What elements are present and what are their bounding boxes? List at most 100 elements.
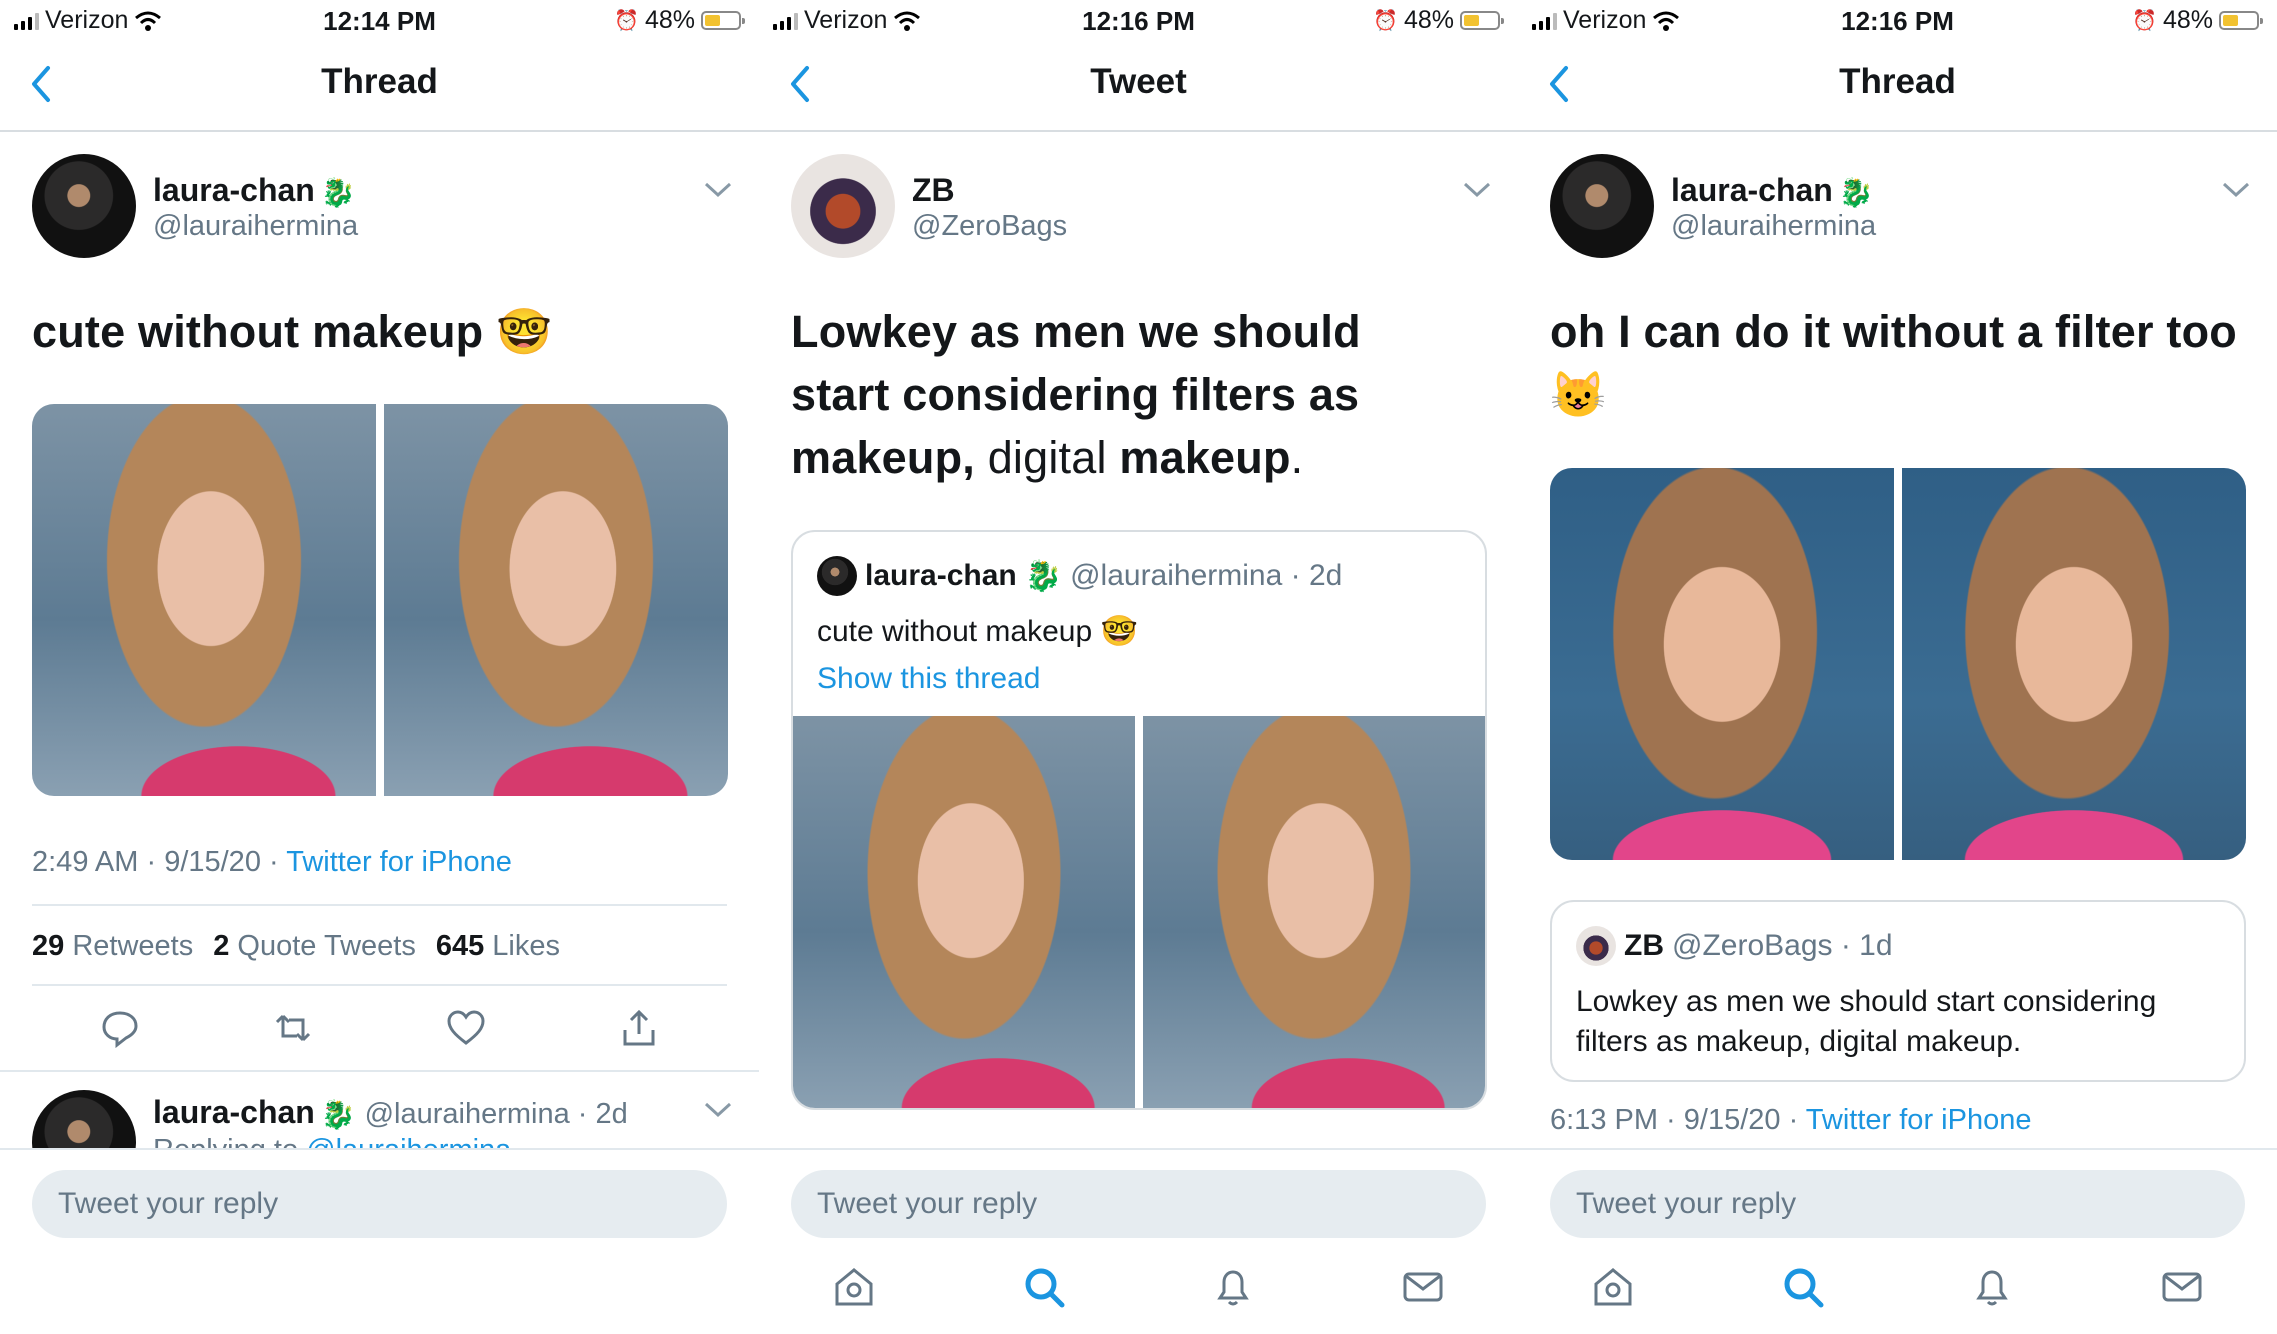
likes-count: 645 (435, 930, 485, 962)
tweet-meta: 6:13 PM · 9/15/20 · Twitter for iPhone (1550, 1104, 2032, 1136)
status-bar: Verizon 12:16 PM ⏰ 48% (759, 0, 1518, 40)
author-handle[interactable]: @ZeroBags (912, 210, 1067, 243)
nav-title: Thread (321, 62, 438, 101)
retweet-icon[interactable] (273, 1008, 313, 1048)
retweets-count: 29 (32, 930, 65, 962)
quoted-media-grid (793, 716, 1485, 1108)
battery-icon (701, 11, 745, 30)
reply-input[interactable]: Tweet your reply (1550, 1170, 2245, 1238)
screenshot-collage: Verizon 12:14 PM ⏰ 48% Thread laura-chan… (0, 0, 2277, 1334)
panel-thread-1: Verizon 12:14 PM ⏰ 48% Thread laura-chan… (0, 0, 759, 1334)
chevron-down-icon[interactable] (703, 1100, 733, 1120)
chevron-down-icon[interactable] (1462, 180, 1492, 200)
tweet-meta: 2:49 AM · 9/15/20 · Twitter for iPhone (32, 846, 512, 878)
divider (32, 904, 727, 906)
author-name[interactable]: laura-chan 🐉 (153, 172, 356, 209)
likes-stat[interactable]: 645 Likes (436, 930, 560, 963)
tweet-text-part: digital (987, 432, 1120, 483)
notifications-icon[interactable] (1210, 1264, 1256, 1310)
panel-tweet: Verizon 12:16 PM ⏰ 48% Tweet ZB @ZeroBag… (759, 0, 1518, 1334)
avatar[interactable] (1550, 154, 1654, 258)
author-name-text[interactable]: laura-chan (153, 172, 315, 208)
tweet-text: oh I can do it without a filter too 😺 (1550, 306, 2237, 420)
messages-icon[interactable] (2159, 1264, 2205, 1310)
alarm-icon: ⏰ (1373, 10, 1398, 32)
quoted-author-name: laura-chan (865, 559, 1017, 592)
tab-bar (759, 1240, 1518, 1334)
chevron-down-icon[interactable] (2221, 180, 2251, 200)
quoted-handle: @ZeroBags · 1d (1672, 929, 1893, 962)
dragon-badge-icon: 🐉 (1838, 177, 1874, 209)
quoted-tweet[interactable]: laura-chan 🐉 @lauraihermina · 2d cute wi… (791, 530, 1487, 1110)
tweet-time: 6:13 PM (1550, 1104, 1658, 1136)
quoted-avatar (817, 556, 857, 596)
reply-bar: Tweet your reply (0, 1148, 759, 1238)
tweet-source-link[interactable]: Twitter for iPhone (1806, 1104, 2032, 1136)
home-icon[interactable] (1590, 1264, 1636, 1310)
divider (0, 1070, 759, 1072)
author-handle[interactable]: @lauraihermina (1671, 210, 1876, 243)
author-name-text[interactable]: laura-chan (1671, 172, 1833, 208)
quoted-handle: @lauraihermina · 2d (1070, 559, 1343, 592)
battery-percent: 48% (644, 6, 695, 34)
tweet-photo[interactable] (1902, 468, 2246, 860)
quoted-text: cute without makeup 🤓 (817, 615, 1138, 648)
author-name[interactable]: laura-chan 🐉 (1671, 172, 1874, 209)
alarm-icon: ⏰ (614, 10, 639, 32)
reply-author-name[interactable]: laura-chan (153, 1094, 315, 1130)
quoted-tweet[interactable]: ZB @ZeroBags · 1d Lowkey as men we shoul… (1550, 900, 2246, 1082)
chevron-down-icon[interactable] (703, 180, 733, 200)
author-name[interactable]: ZB (912, 172, 955, 209)
home-icon[interactable] (831, 1264, 877, 1310)
quotes-stat[interactable]: 2 Quote Tweets (213, 930, 416, 963)
battery-icon (2219, 11, 2263, 30)
tweet-stats: 29 Retweets 2 Quote Tweets 645 Likes (32, 930, 560, 963)
tweet-text-part: makeup (1119, 432, 1291, 483)
reply-input[interactable]: Tweet your reply (32, 1170, 727, 1238)
like-icon[interactable] (446, 1008, 486, 1048)
tweet-photo[interactable] (1550, 468, 1894, 860)
tweet-photo[interactable] (384, 404, 728, 796)
dragon-badge-icon: 🐉 (320, 1099, 356, 1131)
reply-handle[interactable]: @lauraihermina · 2d (365, 1098, 628, 1130)
quoted-avatar (1576, 926, 1616, 966)
show-thread-link[interactable]: Show this thread (817, 662, 1040, 696)
author-handle[interactable]: @lauraihermina (153, 210, 358, 243)
tweet-photo[interactable] (32, 404, 376, 796)
status-bar: Verizon 12:14 PM ⏰ 48% (0, 0, 759, 40)
reply-author[interactable]: laura-chan 🐉 @lauraihermina · 2d (153, 1094, 628, 1131)
retweets-stat[interactable]: 29 Retweets (32, 930, 193, 963)
avatar[interactable] (791, 154, 895, 258)
nav-title: Thread (1839, 62, 1956, 101)
battery-percent: 48% (2162, 6, 2213, 34)
likes-label: Likes (492, 930, 560, 962)
tweet-date: 9/15/20 (164, 846, 261, 878)
panel-thread-2: Verizon 12:16 PM ⏰ 48% Thread laura-chan… (1518, 0, 2277, 1334)
share-icon[interactable] (619, 1008, 659, 1048)
tweet-text: Lowkey as men we should start considerin… (791, 300, 1471, 489)
tweet-date: 9/15/20 (1683, 1104, 1781, 1136)
dragon-badge-icon: 🐉 (1024, 559, 1063, 593)
reply-bar: Tweet your reply (759, 1148, 1518, 1238)
messages-icon[interactable] (1400, 1264, 1446, 1310)
nav-header: Thread (0, 40, 759, 132)
divider (32, 984, 727, 986)
quotes-count: 2 (213, 930, 230, 962)
notifications-icon[interactable] (1969, 1264, 2015, 1310)
avatar[interactable] (32, 154, 136, 258)
tweet-text: cute without makeup 🤓 (32, 306, 553, 357)
quoted-text: Lowkey as men we should start considerin… (1576, 985, 2157, 1058)
battery-icon (1460, 11, 1504, 30)
quoted-photo[interactable] (1143, 716, 1485, 1108)
reply-icon[interactable] (100, 1008, 140, 1048)
reply-input[interactable]: Tweet your reply (791, 1170, 1486, 1238)
status-bar: Verizon 12:16 PM ⏰ 48% (1518, 0, 2277, 40)
tweet-source-link[interactable]: Twitter for iPhone (286, 846, 512, 878)
search-icon[interactable] (1021, 1264, 1067, 1310)
dragon-badge-icon: 🐉 (320, 177, 356, 209)
quoted-author-name: ZB (1624, 929, 1664, 962)
quotes-label: Quote Tweets (237, 930, 416, 962)
quoted-photo[interactable] (793, 716, 1135, 1108)
tweet-text-part: . (1290, 432, 1304, 483)
search-icon[interactable] (1780, 1264, 1826, 1310)
